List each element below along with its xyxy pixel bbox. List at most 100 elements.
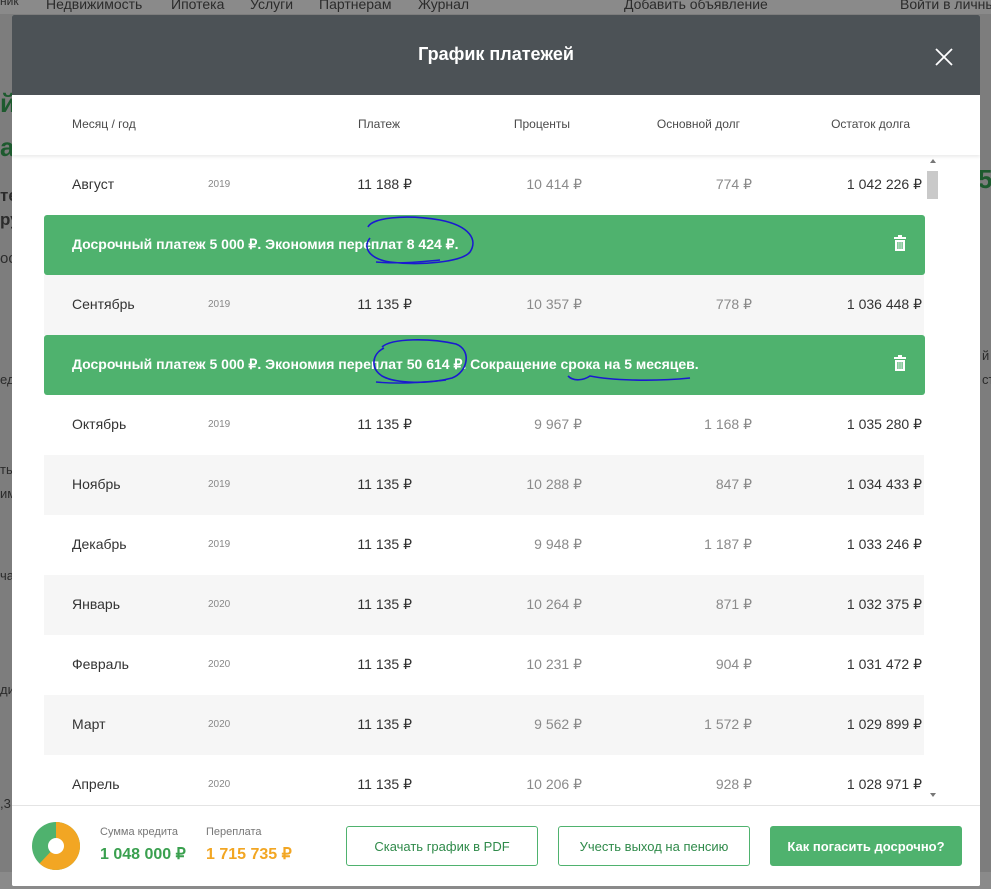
cell-interest: 10 231 ₽ xyxy=(526,656,582,672)
column-header-interest: Проценты xyxy=(513,117,570,131)
bg-nav-item: Войти в личный xyxy=(900,0,991,12)
table-row: Февраль 2020 11 135 ₽ 10 231 ₽ 904 ₽ 1 031 47… xyxy=(44,635,924,695)
cell-interest: 10 288 ₽ xyxy=(526,476,582,492)
cell-year: 2019 xyxy=(208,419,231,430)
modal-header: График платежей xyxy=(12,15,980,95)
pie-chart-icon xyxy=(32,822,80,870)
scrollbar[interactable] xyxy=(926,155,940,805)
cell-month: Октябрь xyxy=(72,416,127,432)
cell-payment: 11 135 ₽ xyxy=(357,416,412,432)
cell-month: Декабрь xyxy=(72,536,127,552)
loan-sum-value: 1 048 000 ₽ xyxy=(100,846,186,863)
cell-month: Апрель xyxy=(72,776,120,792)
cell-balance: 1 031 472 ₽ xyxy=(846,656,922,672)
bg-fragment: ть xyxy=(0,462,13,477)
cell-principal: 1 187 ₽ xyxy=(704,536,752,552)
cell-principal: 774 ₽ xyxy=(715,176,752,192)
cell-principal: 871 ₽ xyxy=(715,596,752,612)
table-row: Август 2019 11 188 ₽ 10 414 ₽ 774 ₽ 1 042 226… xyxy=(44,155,924,215)
modal-footer: Сумма кредита 1 048 000 ₽ Переплата 1 71… xyxy=(12,805,980,886)
cell-interest: 9 562 ₽ xyxy=(534,716,582,732)
cell-year: 2019 xyxy=(208,539,231,550)
cell-month: Январь xyxy=(72,596,120,612)
cell-principal: 904 ₽ xyxy=(715,656,752,672)
early-repayment-button[interactable]: Как погасить досрочно? xyxy=(770,826,962,866)
table-row: Март 2020 11 135 ₽ 9 562 ₽ 1 572 ₽ 1 029 899 … xyxy=(44,695,924,755)
table-row: Декабрь 2019 11 135 ₽ 9 948 ₽ 1 187 ₽ 1 033 2… xyxy=(44,515,924,575)
cell-year: 2020 xyxy=(208,779,231,790)
download-pdf-button[interactable]: Скачать график в PDF xyxy=(346,826,538,866)
cell-balance: 1 042 226 ₽ xyxy=(846,176,922,192)
cell-payment: 11 135 ₽ xyxy=(357,716,412,732)
cell-month: Февраль xyxy=(72,656,129,672)
column-header-balance: Остаток долга xyxy=(831,117,910,131)
cell-month: Ноябрь xyxy=(72,476,121,492)
table-row: Январь 2020 11 135 ₽ 10 264 ₽ 871 ₽ 1 032 375… xyxy=(44,575,924,635)
cell-principal: 1 572 ₽ xyxy=(704,716,752,732)
bg-nav-item: Партнерам xyxy=(319,0,392,12)
bg-nav-item: Журнал xyxy=(418,0,470,12)
cell-payment: 11 135 ₽ xyxy=(357,296,412,312)
cell-interest: 10 414 ₽ xyxy=(526,176,582,192)
trash-icon[interactable] xyxy=(893,235,907,251)
cell-interest: 10 264 ₽ xyxy=(526,596,582,612)
schedule-table-body[interactable]: Август 2019 11 188 ₽ 10 414 ₽ 774 ₽ 1 042 226… xyxy=(12,155,980,805)
cell-balance: 1 034 433 ₽ xyxy=(846,476,922,492)
cell-interest: 10 357 ₽ xyxy=(526,296,582,312)
cell-payment: 11 188 ₽ xyxy=(357,176,412,192)
scroll-up-icon[interactable] xyxy=(930,159,936,163)
cell-payment: 11 135 ₽ xyxy=(357,776,412,792)
bg-fragment: й xyxy=(982,348,990,363)
bg-fragment: ,3 xyxy=(0,796,11,811)
table-header: Месяц / год Платеж Проценты Основной дол… xyxy=(12,95,980,155)
overpayment-label: Переплата xyxy=(206,826,262,838)
cell-balance: 1 032 375 ₽ xyxy=(846,596,922,612)
cell-year: 2019 xyxy=(208,179,231,190)
cell-interest: 9 948 ₽ xyxy=(534,536,582,552)
cell-balance: 1 029 899 ₽ xyxy=(846,716,922,732)
bg-logo: ник xyxy=(0,0,19,8)
cell-year: 2019 xyxy=(208,479,231,490)
overpayment-value: 1 715 735 ₽ xyxy=(206,846,292,863)
scroll-thumb[interactable] xyxy=(927,171,938,199)
table-row: Ноябрь 2019 11 135 ₽ 10 288 ₽ 847 ₽ 1 034 433… xyxy=(44,455,924,515)
close-icon[interactable] xyxy=(932,45,956,69)
table-row: Апрель 2020 11 135 ₽ 10 206 ₽ 928 ₽ 1 028 971… xyxy=(44,755,924,805)
early-payment-banner: Досрочный платеж 5 000 ₽. Экономия переп… xyxy=(44,335,925,395)
modal-title: График платежей xyxy=(418,44,574,64)
bg-fragment: ст xyxy=(982,372,991,387)
cell-payment: 11 135 ₽ xyxy=(357,656,412,672)
cell-principal: 1 168 ₽ xyxy=(704,416,752,432)
early-payment-text: Досрочный платеж 5 000 ₽. Экономия переп… xyxy=(72,236,459,252)
cell-year: 2019 xyxy=(208,299,231,310)
cell-month: Март xyxy=(72,716,106,732)
column-header-month: Месяц / год xyxy=(72,117,136,131)
trash-icon[interactable] xyxy=(893,355,907,371)
cell-balance: 1 035 280 ₽ xyxy=(846,416,922,432)
payment-schedule-modal: График платежей Месяц / год Платеж Проце… xyxy=(12,15,980,886)
cell-year: 2020 xyxy=(208,599,231,610)
cell-month: Август xyxy=(72,176,115,192)
loan-sum-label: Сумма кредита xyxy=(100,826,179,838)
column-header-principal: Основной долг xyxy=(656,117,740,131)
pie-hole xyxy=(48,838,64,854)
cell-interest: 10 206 ₽ xyxy=(526,776,582,792)
scroll-down-icon[interactable] xyxy=(930,793,936,797)
table-row: Октябрь 2019 11 135 ₽ 9 967 ₽ 1 168 ₽ 1 035 2… xyxy=(44,395,924,455)
cell-year: 2020 xyxy=(208,719,231,730)
table-row: Сентябрь 2019 11 135 ₽ 10 357 ₽ 778 ₽ 1 036 4… xyxy=(44,275,924,335)
cell-principal: 778 ₽ xyxy=(715,296,752,312)
cell-balance: 1 028 971 ₽ xyxy=(846,776,922,792)
cell-balance: 1 036 448 ₽ xyxy=(846,296,922,312)
bg-nav-item: Ипотека xyxy=(171,0,225,12)
cell-balance: 1 033 246 ₽ xyxy=(846,536,922,552)
early-payment-text: Досрочный платеж 5 000 ₽. Экономия переп… xyxy=(72,356,699,372)
cell-year: 2020 xyxy=(208,659,231,670)
cell-month: Сентябрь xyxy=(72,296,135,312)
cell-payment: 11 135 ₽ xyxy=(357,476,412,492)
background-nav: Недвижимость Ипотека Услуги Партнерам Жу… xyxy=(0,0,991,14)
early-payment-banner: Досрочный платеж 5 000 ₽. Экономия переп… xyxy=(44,215,925,275)
pension-button[interactable]: Учесть выход на пенсию xyxy=(558,826,750,866)
bg-nav-item: Услуги xyxy=(250,0,294,12)
cell-principal: 847 ₽ xyxy=(715,476,752,492)
